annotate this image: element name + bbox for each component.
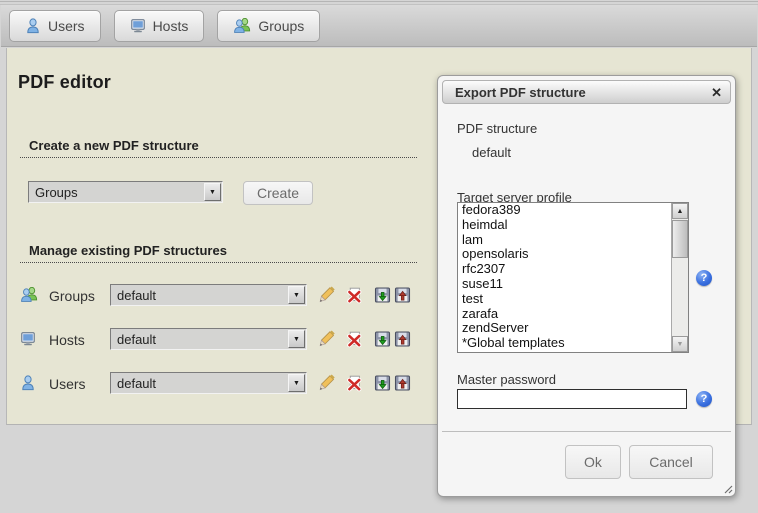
import-icon[interactable] [394, 286, 411, 304]
row-label: Groups [49, 288, 95, 304]
tab-hosts[interactable]: Hosts [114, 10, 205, 42]
listbox-scrollbar[interactable]: ▲ ▼ [671, 203, 688, 352]
tab-users-label: Users [48, 18, 85, 34]
pdf-structure-label: PDF structure [457, 121, 537, 136]
host-icon [20, 331, 36, 347]
tab-groups-label: Groups [258, 18, 304, 34]
listbox-option[interactable]: test [458, 292, 688, 307]
export-icon[interactable] [374, 330, 391, 348]
edit-icon[interactable] [318, 374, 335, 392]
cancel-button[interactable]: Cancel [629, 445, 713, 479]
structure-type-select-value: Groups [29, 185, 203, 200]
create-section-heading: Create a new PDF structure [20, 138, 417, 158]
help-icon[interactable]: ? [696, 391, 712, 407]
listbox-option[interactable]: opensolaris [458, 247, 688, 262]
export-pdf-dialog: Export PDF structure ✕ PDF structure def… [437, 75, 736, 497]
edit-icon[interactable] [318, 286, 335, 304]
dialog-buttons: Ok Cancel [565, 445, 713, 479]
listbox-option[interactable]: heimdal [458, 218, 688, 233]
page-title: PDF editor [18, 72, 111, 93]
users-structure-select-value: default [111, 376, 287, 391]
help-icon[interactable]: ? [696, 270, 712, 286]
groups-icon [233, 18, 251, 34]
manage-section-heading: Manage existing PDF structures [20, 243, 417, 263]
chevron-down-icon[interactable]: ▼ [288, 330, 305, 348]
tab-groups[interactable]: Groups [217, 10, 320, 42]
listbox-option[interactable]: fedora389 [458, 203, 688, 218]
frame-top-line [0, 1, 758, 2]
dialog-divider [442, 431, 731, 432]
users-structure-select[interactable]: default ▼ [110, 372, 307, 394]
edit-icon[interactable] [318, 330, 335, 348]
scroll-up-icon[interactable]: ▲ [672, 203, 688, 219]
master-password-input[interactable] [457, 389, 687, 409]
hosts-structure-select-value: default [111, 332, 287, 347]
tab-hosts-label: Hosts [153, 18, 189, 34]
resize-handle-icon[interactable] [721, 482, 733, 494]
user-icon [25, 18, 41, 34]
chevron-down-icon[interactable]: ▼ [288, 374, 305, 392]
listbox-option[interactable]: zendServer [458, 321, 688, 336]
row-label: Users [49, 376, 86, 392]
tab-bar: Users Hosts Groups [1, 5, 757, 47]
target-server-listbox[interactable]: fedora389 heimdal lam opensolaris rfc230… [457, 202, 689, 353]
export-icon[interactable] [374, 286, 391, 304]
export-icon[interactable] [374, 374, 391, 392]
listbox-option[interactable]: *Global templates [458, 336, 688, 351]
host-icon [130, 18, 146, 34]
chevron-down-icon[interactable]: ▼ [288, 286, 305, 304]
scrollbar-thumb[interactable] [672, 220, 688, 258]
listbox-option[interactable]: zarafa [458, 307, 688, 322]
ok-button[interactable]: Ok [565, 445, 621, 479]
delete-icon[interactable] [346, 374, 363, 392]
groups-icon [20, 287, 38, 303]
chevron-down-icon[interactable]: ▼ [204, 183, 221, 201]
delete-icon[interactable] [346, 286, 363, 304]
master-password-label: Master password [457, 372, 556, 387]
groups-structure-select[interactable]: default ▼ [110, 284, 307, 306]
pdf-structure-value: default [472, 145, 511, 160]
hosts-structure-select[interactable]: default ▼ [110, 328, 307, 350]
dialog-title: Export PDF structure [455, 85, 586, 100]
create-button[interactable]: Create [243, 181, 313, 205]
tab-users[interactable]: Users [9, 10, 101, 42]
listbox-option[interactable]: suse11 [458, 277, 688, 292]
dialog-titlebar[interactable]: Export PDF structure ✕ [442, 80, 731, 104]
listbox-option[interactable]: rfc2307 [458, 262, 688, 277]
import-icon[interactable] [394, 330, 411, 348]
import-icon[interactable] [394, 374, 411, 392]
scroll-down-icon[interactable]: ▼ [672, 336, 688, 352]
structure-type-select[interactable]: Groups ▼ [28, 181, 223, 203]
close-icon[interactable]: ✕ [711, 86, 722, 99]
user-icon [20, 375, 36, 391]
groups-structure-select-value: default [111, 288, 287, 303]
row-label: Hosts [49, 332, 85, 348]
listbox-option[interactable]: lam [458, 233, 688, 248]
delete-icon[interactable] [346, 330, 363, 348]
